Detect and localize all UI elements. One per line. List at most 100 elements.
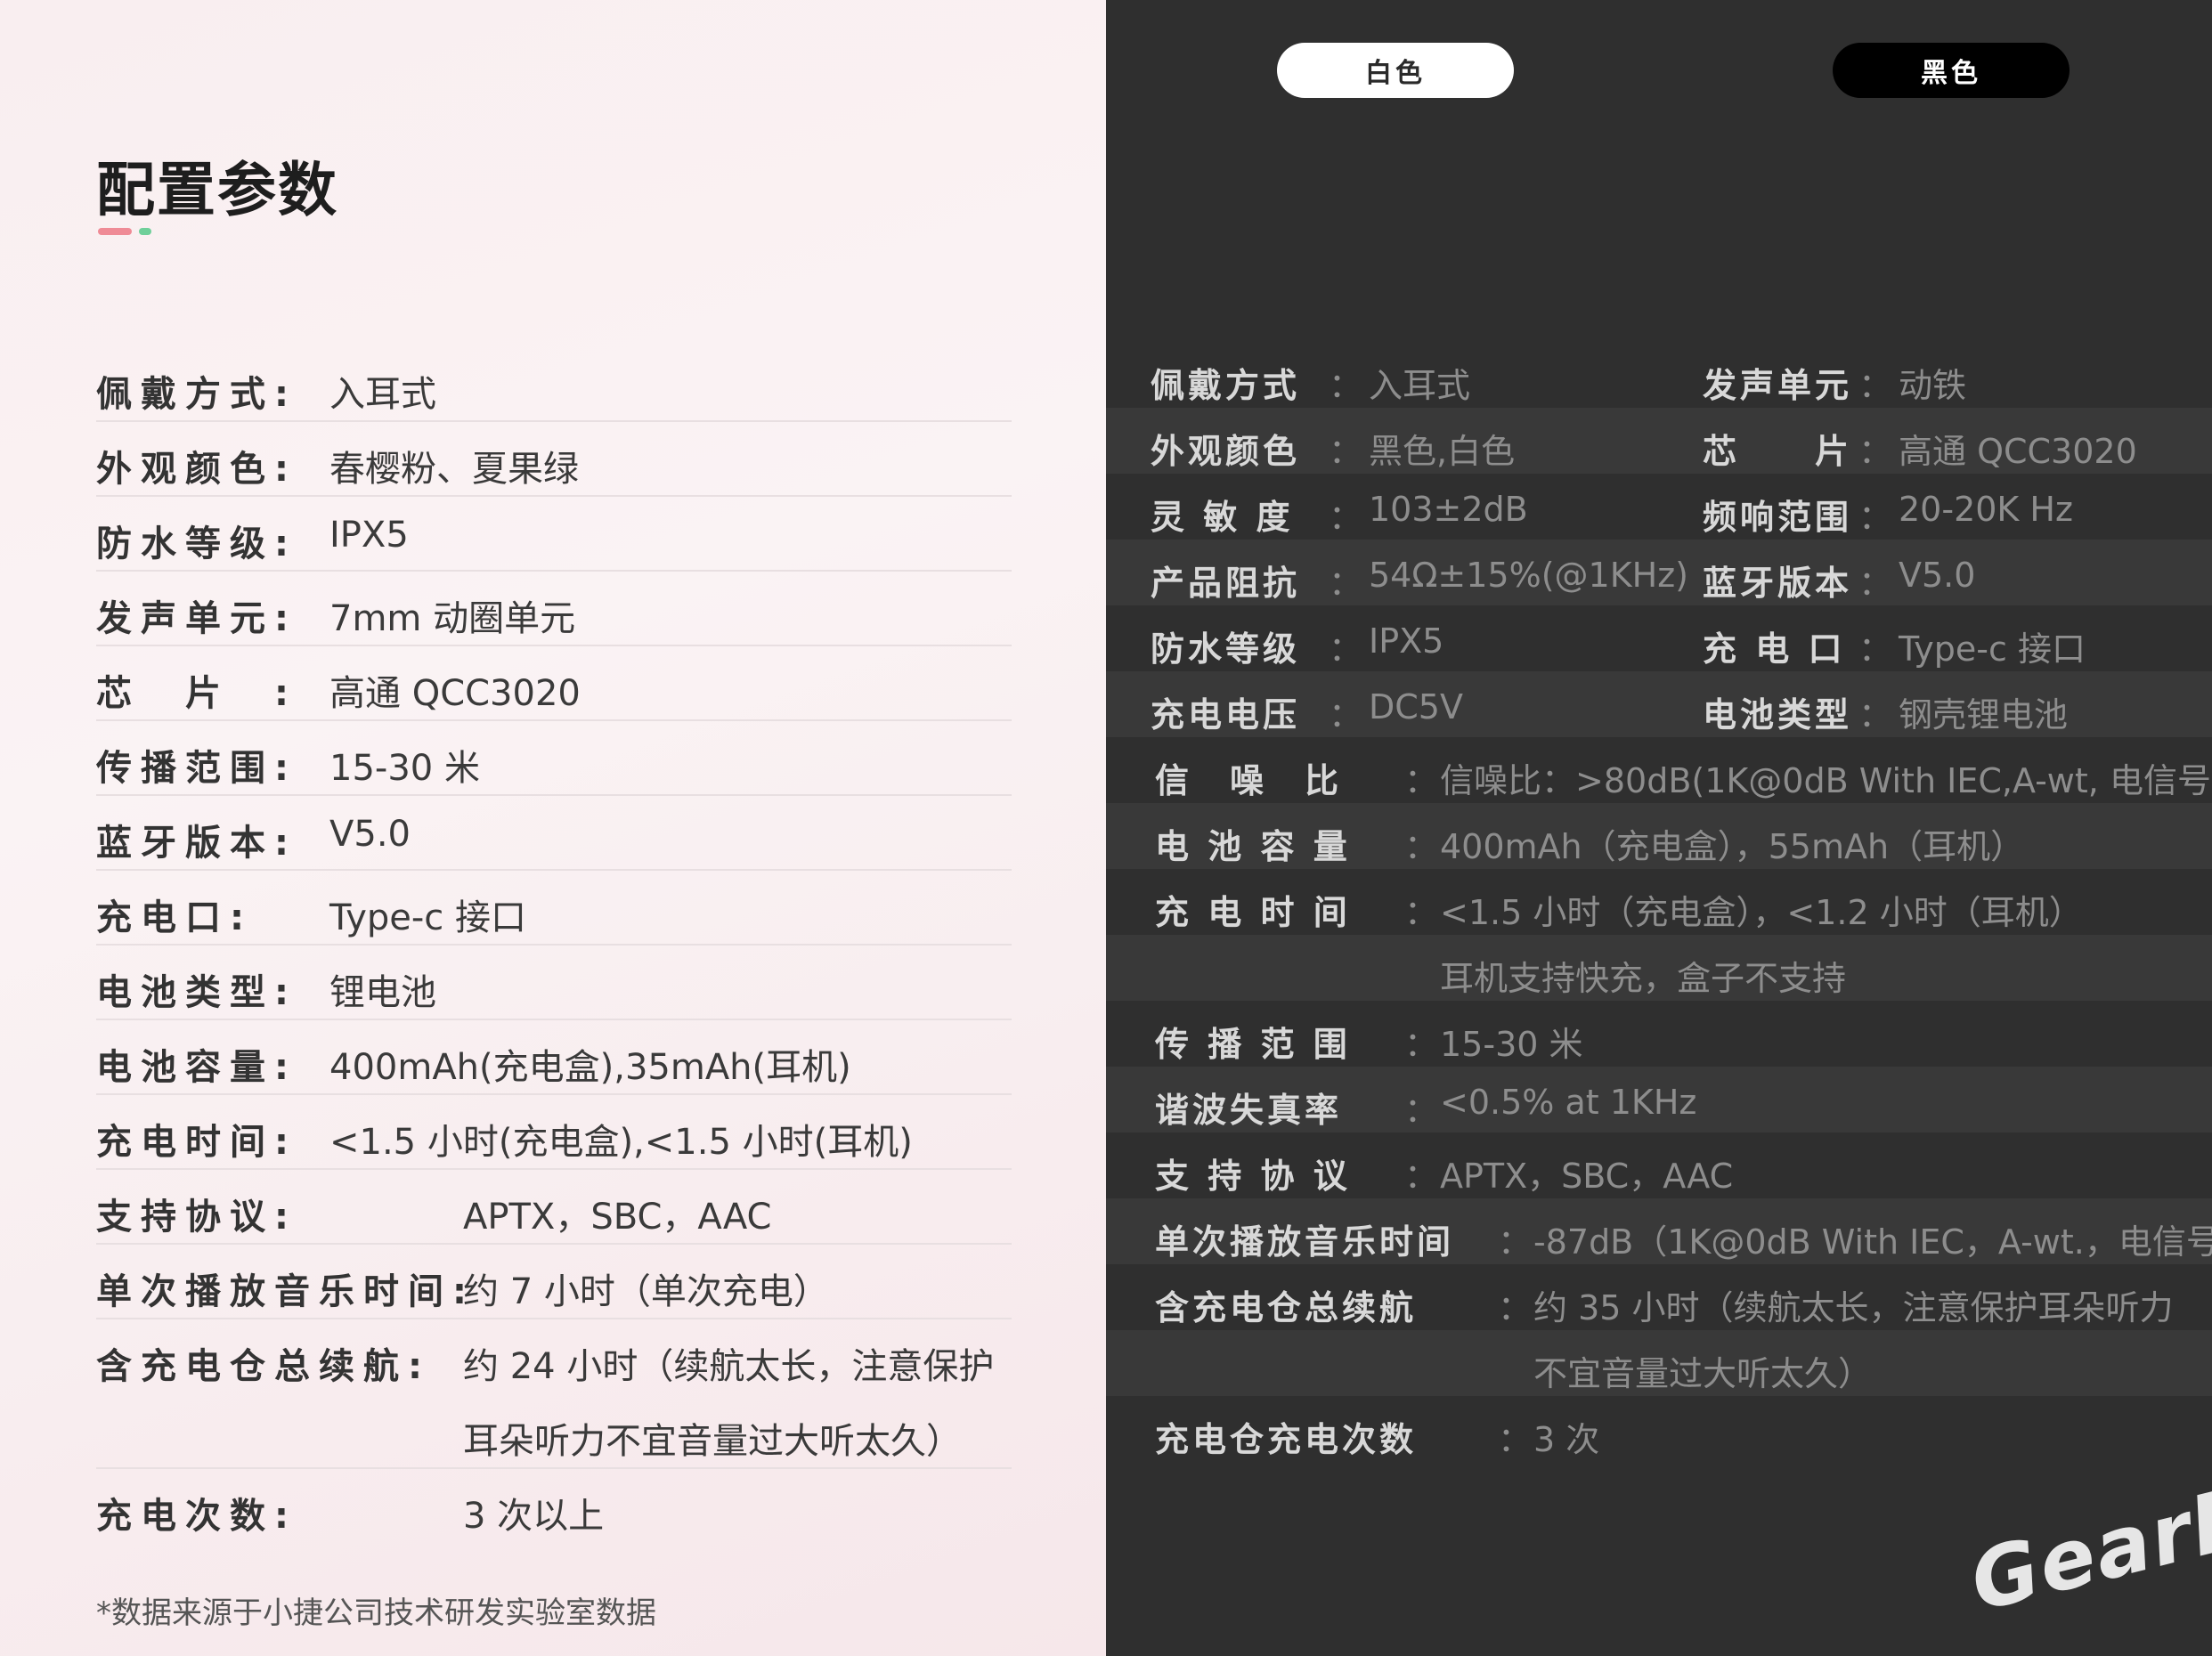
spec-row: 谐波失真率 ： <0.5% at 1KHz [1106,1067,2212,1132]
spec-row: 充电电压： DC5V 电池类型：钢壳锂电池 [1106,671,2212,737]
spec-row: 电池类型: 锂电池 [96,944,1012,1020]
spec-row: 传播范围: 15-30 米 [96,719,1012,796]
spec-value: 锂电池 [329,972,436,1013]
color-option-black-button[interactable]: 黑色 [1833,43,2070,98]
spec-value-continued: 耳朵听力不宜音量过大听太久） [463,1421,962,1462]
spec-value: 入耳式 [329,374,436,415]
spec-label: 防水等级 [1151,629,1301,669]
spec-row: 蓝牙版本: V5.0 [96,794,1012,871]
footnote: *数据来源于小捷公司技术研发实验室数据 [96,1595,656,1631]
spec-row: 灵 敏 度： 103±2dB 频响范围： 20-20K Hz [1106,474,2212,540]
spec-value: 动铁 [1899,366,1967,405]
colon: ： [1858,564,1893,603]
spec-value: <0.5% at 1KHz [1440,1083,1697,1122]
spec-row: 防水等级: IPX5 [96,495,1012,572]
spec-value: 约 7 小时（单次充电） [463,1271,829,1312]
spec-value: Type-c 接口 [1899,629,2086,669]
spec-value: 约 24 小时（续航太长，注意保护 [463,1346,995,1387]
spec-value: 黑色,白色 [1369,432,1516,471]
spec-row: 充电次数: 3 次以上 [96,1467,1012,1542]
spec-row: 电池容量: 400mAh(充电盒),35mAh(耳机) [96,1019,1012,1095]
spec-value: 20-20K Hz [1899,490,2073,529]
spec-label: 外观颜色: [96,449,297,490]
spec-label: 支 持 协 议 [1155,1157,1351,1196]
spec-row: 支持协议: APTX，SBC，AAC [96,1168,1012,1245]
spec-value: APTX，SBC，AAC [1440,1157,1734,1196]
spec-row: 信 噪 比 ：信噪比：>80dB(1K@0dB With IEC,A-wt, 电信… [1106,737,2212,803]
spec-label: 产品阻抗 [1151,564,1301,603]
spec-label: 含充电仓总续航 [1155,1288,1418,1327]
spec-row: 单次播放音乐时间: 约 7 小时（单次充电） [96,1243,1012,1319]
spec-row: 电 池 容 量 ： 400mAh（充电盒），55mAh（耳机） [1106,803,2212,869]
spec-row: 耳机支持快充，盒子不支持 [1106,935,2212,1001]
color-option-white-button[interactable]: 白色 [1277,43,1514,98]
spec-value: 3 次以上 [463,1496,605,1537]
spec-row: 充电仓充电次数 ： 3 次 [1106,1396,2212,1462]
spec-row: 单次播放音乐时间 ： -87dB（1K@0dB With IEC，A-wt.，电信号… [1106,1198,2212,1264]
spec-label: 电池容量: [96,1047,297,1088]
colon: ： [1329,695,1363,735]
spec-value: DC5V [1369,687,1463,727]
underline-pink-segment [98,228,132,235]
colon: ： [1329,564,1363,603]
colon: ： [1404,827,1439,866]
spec-row: 防水等级： IPX5 充 电 口： Type-c 接口 [1106,605,2212,671]
spec-label: 传 播 范 围 [1155,1025,1351,1064]
colon: ： [1329,629,1363,669]
spec-label: 充 电 时 间 [1155,893,1351,932]
colon: ： [1858,366,1893,405]
spec-row: 产品阻抗： 54Ω±15%(@1KHz) 蓝牙版本： V5.0 [1106,540,2212,605]
spec-label: 芯 片 [1703,432,1853,471]
spec-label: 电池类型: [96,972,297,1013]
spec-value: 钢壳锂电池 [1899,695,2069,735]
spec-label: 支持协议: [96,1197,297,1238]
right-spec-panel: 白色 黑色 佩戴方式：入耳式 发声单元：动铁 外观颜色：黑色,白色芯 片：高通 QC… [1106,0,2212,1656]
spec-row: 佩戴方式：入耳式 发声单元：动铁 [1106,342,2212,408]
spec-label: 充电时间: [96,1122,297,1163]
spec-value: 信噪比：>80dB(1K@0dB With IEC,A-wt, 电信号) [1440,761,2212,800]
spec-label: 谐波失真率 [1155,1091,1343,1130]
spec-row: 支 持 协 议 ： APTX，SBC，AAC [1106,1132,2212,1198]
spec-label: 充电口: [96,897,253,938]
spec-label: 单次播放音乐时间: [96,1271,476,1312]
colon: ： [1858,432,1893,471]
spec-value: 高通 QCC3020 [329,673,581,714]
colon: ： [1498,1222,1533,1262]
spec-label: 含充电仓总续航: [96,1346,431,1387]
spec-row: 充电时间: <1.5 小时(充电盒),<1.5 小时(耳机) [96,1093,1012,1170]
spec-label: 佩戴方式 [1151,366,1301,405]
colon: ： [1329,366,1363,405]
spec-row: 充 电 时 间 ： <1.5 小时（充电盒），<1.2 小时（耳机） [1106,869,2212,935]
colon: ： [1498,1288,1533,1327]
spec-value: APTX，SBC，AAC [463,1197,772,1238]
spec-value: 15-30 米 [1440,1025,1583,1064]
spec-label: 发声单元 [1703,366,1853,405]
left-spec-panel: 配置参数 佩戴方式: 入耳式 外观颜色: 春樱粉、夏果绿 防水等级: IPX5 发声单元: 7… [0,0,1106,1656]
spec-value: 春樱粉、夏果绿 [329,449,579,490]
spec-row: 充电口: Type-c 接口 [96,869,1012,946]
spec-label: 蓝牙版本 [1703,564,1853,603]
colon: ： [1404,761,1439,800]
spec-value: 15-30 米 [329,748,480,789]
spec-value: 400mAh(充电盒),35mAh(耳机) [329,1047,851,1088]
page-title: 配置参数 [96,156,338,224]
spec-label: 外观颜色 [1151,432,1301,471]
spec-row: 外观颜色: 春樱粉、夏果绿 [96,420,1012,497]
spec-label: 充 电 口 [1703,629,1846,669]
spec-label: 佩戴方式: [96,374,297,415]
spec-value: IPX5 [329,515,409,556]
spec-label: 灵 敏 度 [1151,498,1294,537]
colon: ： [1404,1157,1439,1196]
spec-label: 信 噪 比 [1155,761,1343,800]
spec-row: 含充电仓总续航 ：约 35 小时（续航太长，注意保护耳朵听力 [1106,1264,2212,1330]
spec-value: 高通 QCC3020 [1899,432,2137,471]
spec-value: 400mAh（充电盒），55mAh（耳机） [1440,827,2025,866]
spec-label: 电池类型 [1703,695,1853,735]
colon: ： [1329,498,1363,537]
spec-value: 入耳式 [1369,366,1471,405]
spec-label: 充电次数: [96,1496,297,1537]
spec-value: <1.5 小时（充电盒），<1.2 小时（耳机） [1440,893,2083,932]
underline-green-segment [139,228,151,235]
spec-value: V5.0 [329,814,411,855]
spec-value: -87dB（1K@0dB With IEC，A-wt.，电信号） [1533,1222,2212,1262]
